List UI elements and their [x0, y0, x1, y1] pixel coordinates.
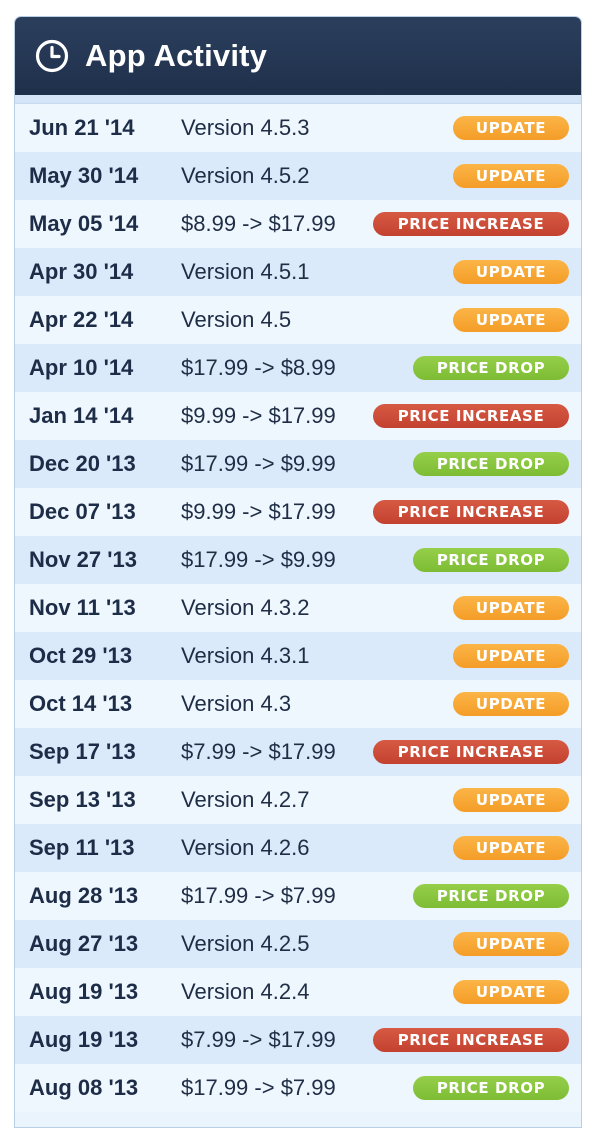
update-badge: UPDATE [453, 116, 569, 140]
price-increase-badge: PRICE INCREASE [373, 500, 569, 524]
price-drop-badge: PRICE DROP [413, 1076, 569, 1100]
activity-date: Sep 17 '13 [29, 739, 136, 764]
update-badge: UPDATE [453, 644, 569, 668]
activity-date: Aug 19 '13 [29, 979, 139, 1004]
activity-row[interactable]: Jan 14 '14 $9.99 -> $17.99 PRICE INCREASE [15, 392, 581, 440]
activity-date: Apr 22 '14 [29, 307, 134, 332]
panel-title: App Activity [85, 38, 268, 73]
activity-row[interactable]: Apr 30 '14 Version 4.5.1 UPDATE [15, 248, 581, 296]
activity-list: Jun 21 '14 Version 4.5.3 UPDATE May 30 '14 V… [15, 104, 581, 1112]
update-badge: UPDATE [453, 932, 569, 956]
activity-row[interactable]: Nov 27 '13 $17.99 -> $9.99 PRICE DROP [15, 536, 581, 584]
activity-row[interactable]: May 30 '14 Version 4.5.2 UPDATE [15, 152, 581, 200]
activity-date: Sep 13 '13 [29, 787, 136, 812]
price-drop-badge: PRICE DROP [413, 452, 569, 476]
activity-row[interactable]: Dec 07 '13 $9.99 -> $17.99 PRICE INCREASE [15, 488, 581, 536]
update-badge: UPDATE [453, 596, 569, 620]
activity-date: May 05 '14 [29, 211, 139, 236]
activity-row[interactable]: Apr 22 '14 Version 4.5 UPDATE [15, 296, 581, 344]
activity-date: Aug 08 '13 [29, 1075, 139, 1100]
activity-row[interactable]: May 05 '14 $8.99 -> $17.99 PRICE INCREASE [15, 200, 581, 248]
activity-date: Aug 28 '13 [29, 883, 139, 908]
update-badge: UPDATE [453, 980, 569, 1004]
activity-date: Nov 11 '13 [29, 595, 136, 620]
price-increase-badge: PRICE INCREASE [373, 212, 569, 236]
price-drop-badge: PRICE DROP [413, 548, 569, 572]
activity-row[interactable]: Jun 21 '14 Version 4.5.3 UPDATE [15, 104, 581, 152]
activity-date: Aug 19 '13 [29, 1027, 139, 1052]
activity-date: Oct 14 '13 [29, 691, 133, 716]
activity-date: Oct 29 '13 [29, 643, 133, 668]
price-increase-badge: PRICE INCREASE [373, 1028, 569, 1052]
activity-row[interactable]: Aug 08 '13 $17.99 -> $7.99 PRICE DROP [15, 1064, 581, 1112]
update-badge: UPDATE [453, 308, 569, 332]
panel-header: App Activity [15, 17, 581, 95]
activity-date: May 30 '14 [29, 163, 139, 188]
activity-date: Jun 21 '14 [29, 115, 135, 140]
activity-date: Aug 27 '13 [29, 931, 139, 956]
activity-row[interactable]: Aug 19 '13 $7.99 -> $17.99 PRICE INCREASE [15, 1016, 581, 1064]
activity-row[interactable]: Sep 17 '13 $7.99 -> $17.99 PRICE INCREASE [15, 728, 581, 776]
update-badge: UPDATE [453, 692, 569, 716]
price-increase-badge: PRICE INCREASE [373, 740, 569, 764]
price-increase-badge: PRICE INCREASE [373, 404, 569, 428]
activity-date: Sep 11 '13 [29, 835, 135, 860]
activity-date: Nov 27 '13 [29, 547, 137, 572]
activity-date: Jan 14 '14 [29, 403, 134, 428]
activity-row[interactable]: Oct 29 '13 Version 4.3.1 UPDATE [15, 632, 581, 680]
activity-row[interactable]: Sep 11 '13 Version 4.2.6 UPDATE [15, 824, 581, 872]
activity-date: Apr 10 '14 [29, 355, 134, 380]
clock-icon [35, 39, 69, 73]
price-drop-badge: PRICE DROP [413, 356, 569, 380]
activity-date: Dec 20 '13 [29, 451, 136, 476]
activity-date: Dec 07 '13 [29, 499, 136, 524]
activity-row[interactable]: Nov 11 '13 Version 4.3.2 UPDATE [15, 584, 581, 632]
update-badge: UPDATE [453, 164, 569, 188]
activity-row[interactable]: Aug 27 '13 Version 4.2.5 UPDATE [15, 920, 581, 968]
activity-row[interactable]: Apr 10 '14 $17.99 -> $8.99 PRICE DROP [15, 344, 581, 392]
activity-row[interactable]: Aug 19 '13 Version 4.2.4 UPDATE [15, 968, 581, 1016]
activity-row[interactable]: Sep 13 '13 Version 4.2.7 UPDATE [15, 776, 581, 824]
app-activity-panel: App Activity Jun 21 '14 Version 4.5.3 UPDA… [14, 16, 582, 1128]
update-badge: UPDATE [453, 836, 569, 860]
update-badge: UPDATE [453, 260, 569, 284]
activity-date: Apr 30 '14 [29, 259, 134, 284]
header-divider [15, 95, 581, 104]
price-drop-badge: PRICE DROP [413, 884, 569, 908]
update-badge: UPDATE [453, 788, 569, 812]
activity-row[interactable]: Dec 20 '13 $17.99 -> $9.99 PRICE DROP [15, 440, 581, 488]
activity-row[interactable]: Aug 28 '13 $17.99 -> $7.99 PRICE DROP [15, 872, 581, 920]
activity-row[interactable]: Oct 14 '13 Version 4.3 UPDATE [15, 680, 581, 728]
